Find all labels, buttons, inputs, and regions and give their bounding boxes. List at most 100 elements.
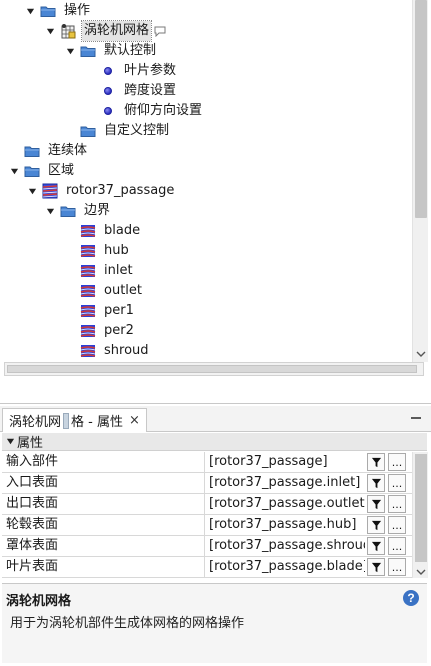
tab-properties[interactable]: 涡轮机网 格 - 属性 ×: [2, 408, 147, 432]
filter-button[interactable]: [367, 537, 385, 555]
tree-node-custom-controls[interactable]: 自定义控制: [80, 121, 171, 141]
property-name: 入口表面: [2, 473, 205, 493]
folder-icon: [40, 3, 56, 19]
boundary-icon: [80, 303, 96, 319]
tree-vertical-scrollbar[interactable]: [412, 0, 428, 362]
property-row-inlet-surface[interactable]: 入口表面 [rotor37_passage.inlet] ...: [2, 473, 412, 494]
tree-node-default-controls[interactable]: 默认控制: [64, 41, 158, 61]
object-tree-panel: 操作 涡轮机网格 默认控制 叶片参数 跨度设置 俯仰方向设置 自定义控制 连续体…: [0, 0, 431, 404]
tree-node-boundary-outlet[interactable]: outlet: [80, 281, 144, 301]
ellipsis-button[interactable]: ...: [388, 558, 406, 576]
folder-icon: [24, 163, 40, 179]
tree-node-label: shroud: [104, 343, 149, 358]
drag-grip-icon[interactable]: [63, 412, 70, 429]
region-icon: [42, 183, 58, 199]
scroll-down-arrow-icon[interactable]: [413, 348, 429, 360]
collapse-arrow-icon[interactable]: [64, 41, 76, 61]
ellipsis-button[interactable]: ...: [388, 453, 406, 471]
ellipsis-button[interactable]: ...: [388, 516, 406, 534]
tree-node-label: 操作: [64, 3, 91, 18]
boundary-icon: [80, 263, 96, 279]
control-dot-icon: [100, 63, 116, 79]
close-icon[interactable]: ×: [129, 413, 140, 428]
control-dot-icon: [100, 83, 116, 99]
tree-node-boundary-per1[interactable]: per1: [80, 301, 136, 321]
filter-button[interactable]: [367, 495, 385, 513]
filter-icon: [371, 478, 381, 488]
collapse-arrow-icon[interactable]: [8, 161, 20, 181]
scrollbar-thumb[interactable]: [415, 454, 427, 562]
tree-node-boundary-per2[interactable]: per2: [80, 321, 136, 341]
boundary-icon: [80, 223, 96, 239]
ellipsis-button[interactable]: ...: [388, 495, 406, 513]
tree-node-label: 边界: [84, 203, 111, 218]
collapse-arrow-icon[interactable]: [44, 201, 56, 221]
tree-node-rotor37-passage[interactable]: rotor37_passage: [26, 181, 176, 201]
properties-vertical-scrollbar[interactable]: [412, 452, 428, 578]
tree-node-label: inlet: [104, 263, 133, 278]
tree-node-label: blade: [104, 223, 141, 238]
tree-node-label: hub: [104, 243, 129, 258]
tree-node-boundary-shroud[interactable]: shroud: [80, 341, 151, 361]
tree-node-boundaries[interactable]: 边界: [44, 201, 112, 221]
property-value[interactable]: [rotor37_passage.blade]: [205, 557, 365, 577]
property-value[interactable]: [rotor37_passage]: [205, 452, 365, 472]
filter-button[interactable]: [367, 474, 385, 492]
ellipsis-button[interactable]: ...: [388, 537, 406, 555]
property-row-outlet-surface[interactable]: 出口表面 [rotor37_passage.outlet] ...: [2, 494, 412, 515]
tree-node-label: per2: [104, 323, 134, 338]
scrollbar-thumb[interactable]: [415, 0, 427, 218]
object-tree: 操作 涡轮机网格 默认控制 叶片参数 跨度设置 俯仰方向设置 自定义控制 连续体…: [2, 0, 412, 362]
property-name: 罩体表面: [2, 536, 205, 556]
minimize-button[interactable]: [409, 410, 423, 426]
tree-node-label: 区域: [48, 163, 75, 178]
collapse-arrow-icon[interactable]: [26, 181, 38, 201]
tree-node-label: 俯仰方向设置: [124, 103, 203, 118]
properties-tab-bar: 涡轮机网 格 - 属性 ×: [0, 406, 431, 432]
property-value[interactable]: [rotor37_passage.outlet]: [205, 494, 365, 514]
description-text: 用于为涡轮机部件生成体网格的网格操作: [10, 616, 245, 631]
properties-group-header[interactable]: 属性: [2, 433, 427, 451]
property-value[interactable]: [rotor37_passage.inlet]: [205, 473, 365, 493]
filter-button[interactable]: [367, 453, 385, 471]
property-row-hub-surface[interactable]: 轮毂表面 [rotor37_passage.hub] ...: [2, 515, 412, 536]
boundary-icon: [80, 343, 96, 359]
ellipsis-button[interactable]: ...: [388, 474, 406, 492]
property-value[interactable]: [rotor37_passage.hub]: [205, 515, 365, 535]
group-label: 属性: [17, 436, 44, 451]
filter-icon: [371, 541, 381, 551]
tree-node-boundary-hub[interactable]: hub: [80, 241, 131, 261]
tree-node-regions[interactable]: 区域: [8, 161, 76, 181]
collapse-arrow-icon[interactable]: [24, 1, 36, 21]
property-name: 输入部件: [2, 452, 205, 472]
property-row-blade-surface[interactable]: 叶片表面 [rotor37_passage.blade] ...: [2, 557, 412, 578]
tree-node-label: per1: [104, 303, 134, 318]
tree-node-pitch-settings[interactable]: 俯仰方向设置: [100, 101, 204, 121]
comment-icon: [154, 25, 166, 37]
property-value[interactable]: [rotor37_passage.shroud]: [205, 536, 365, 556]
tree-node-boundary-inlet[interactable]: inlet: [80, 261, 135, 281]
tree-node-turbo-mesh[interactable]: 涡轮机网格: [44, 20, 166, 42]
scrollbar-thumb[interactable]: [7, 365, 417, 373]
tree-node-span-settings[interactable]: 跨度设置: [100, 81, 178, 101]
folder-icon: [80, 43, 96, 59]
tree-node-label: 连续体: [48, 143, 88, 158]
help-icon[interactable]: ?: [403, 590, 419, 606]
tree-node-label: 涡轮机网格: [80, 20, 153, 42]
property-row-input-parts[interactable]: 输入部件 [rotor37_passage] ...: [2, 452, 412, 473]
property-row-shroud-surface[interactable]: 罩体表面 [rotor37_passage.shroud] ...: [2, 536, 412, 557]
scroll-down-arrow-icon[interactable]: [413, 567, 429, 577]
filter-button[interactable]: [367, 558, 385, 576]
tree-node-continua[interactable]: 连续体: [24, 141, 89, 161]
filter-button[interactable]: [367, 516, 385, 534]
tree-node-operations[interactable]: 操作: [24, 1, 92, 21]
description-panel: 涡轮机网格 ? 用于为涡轮机部件生成体网格的网格操作: [2, 583, 427, 663]
collapse-arrow-icon[interactable]: [44, 21, 56, 41]
tree-node-boundary-blade[interactable]: blade: [80, 221, 142, 241]
tree-node-blade-parameters[interactable]: 叶片参数: [100, 61, 178, 81]
tree-horizontal-scrollbar[interactable]: [4, 362, 424, 376]
description-title: 涡轮机网格: [6, 594, 72, 609]
tree-node-label: outlet: [104, 283, 142, 298]
tree-node-label: 跨度设置: [124, 83, 177, 98]
tab-title: 涡轮机网: [9, 415, 62, 430]
